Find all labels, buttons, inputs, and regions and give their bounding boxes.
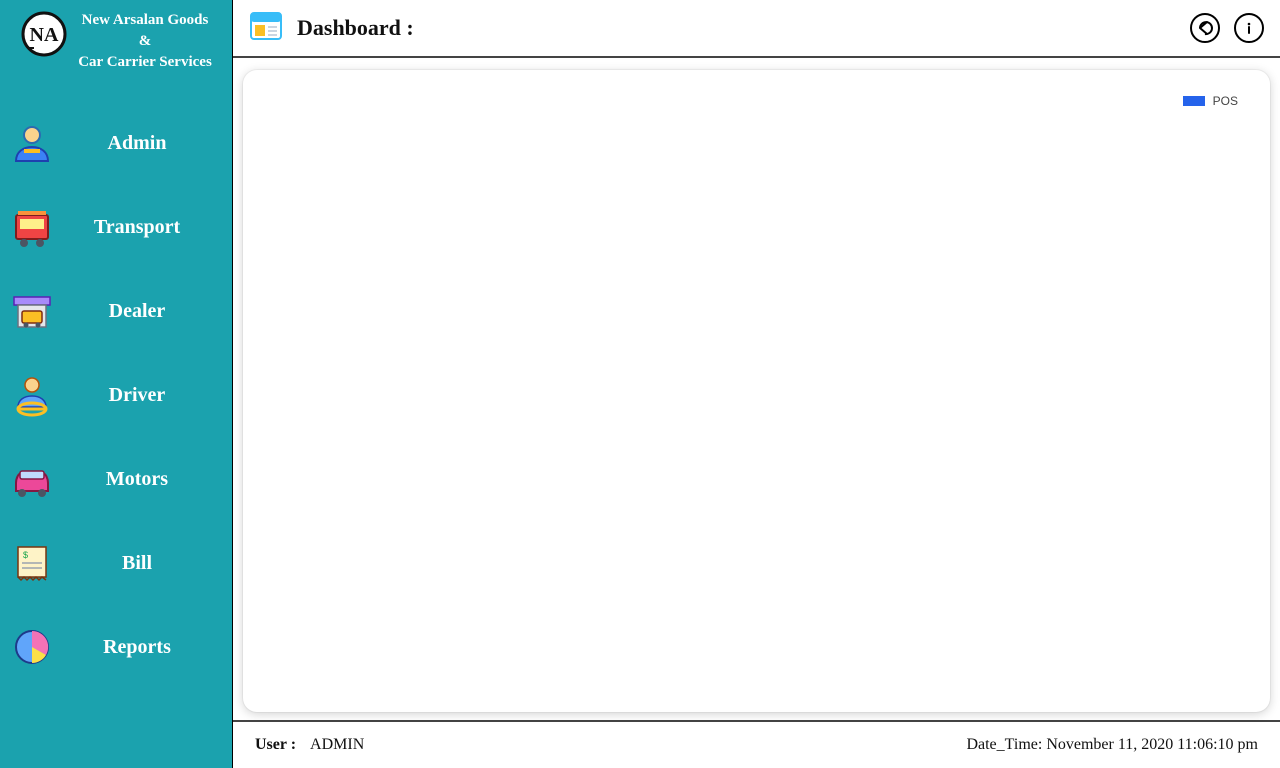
- status-user-value: ADMIN: [310, 736, 364, 754]
- sidebar-item-label: Driver: [82, 384, 222, 407]
- sidebar-item-reports[interactable]: Reports: [0, 621, 232, 673]
- sidebar-item-label: Motors: [82, 468, 222, 491]
- car-icon: [10, 457, 54, 501]
- brand: NA New Arsalan Goods & Car Carrier Servi…: [0, 0, 232, 87]
- topbar: Dashboard :: [233, 0, 1280, 58]
- dashboard-card: POS: [243, 70, 1270, 712]
- brand-logo-icon: NA: [20, 10, 68, 58]
- brand-line3: Car Carrier Services: [78, 52, 212, 73]
- main: Dashboard : POS: [232, 0, 1280, 768]
- legend-label: POS: [1213, 94, 1238, 108]
- brand-line2: &: [78, 31, 212, 52]
- sidebar-item-transport[interactable]: Transport: [0, 201, 232, 253]
- admin-user-icon: [10, 121, 54, 165]
- sidebar-item-motors[interactable]: Motors: [0, 453, 232, 505]
- sidebar-item-dealer[interactable]: Dealer: [0, 285, 232, 337]
- sidebar-item-label: Bill: [82, 552, 222, 575]
- pie-chart-icon: [10, 625, 54, 669]
- status-user-label: User :: [255, 736, 296, 754]
- truck-icon: [10, 205, 54, 249]
- svg-text:NA: NA: [30, 24, 59, 46]
- legend-swatch-icon: [1183, 96, 1205, 106]
- driver-icon: [10, 373, 54, 417]
- status-datetime-value: November 11, 2020 11:06:10 pm: [1046, 736, 1258, 754]
- sidebar-nav: Admin Transport: [0, 87, 232, 673]
- sidebar-item-label: Transport: [82, 216, 222, 239]
- sidebar-item-label: Admin: [82, 132, 222, 155]
- sidebar-item-admin[interactable]: Admin: [0, 117, 232, 169]
- back-button[interactable]: [1190, 13, 1220, 43]
- page-title: Dashboard :: [297, 15, 414, 41]
- sidebar-item-label: Dealer: [82, 300, 222, 323]
- brand-title: New Arsalan Goods & Car Carrier Services: [78, 10, 212, 73]
- info-button[interactable]: [1234, 13, 1264, 43]
- brand-line1: New Arsalan Goods: [78, 10, 212, 31]
- status-datetime-label: Date_Time:: [966, 736, 1042, 754]
- dashboard-app-icon: [249, 9, 283, 48]
- chart-legend: POS: [1183, 94, 1238, 108]
- sidebar: NA New Arsalan Goods & Car Carrier Servi…: [0, 0, 232, 768]
- bill-receipt-icon: $: [10, 541, 54, 585]
- sidebar-item-bill[interactable]: $ Bill: [0, 537, 232, 589]
- content-area: POS: [233, 58, 1280, 720]
- svg-text:$: $: [23, 550, 28, 560]
- sidebar-item-driver[interactable]: Driver: [0, 369, 232, 421]
- statusbar: User : ADMIN Date_Time: November 11, 202…: [233, 720, 1280, 768]
- dealer-garage-icon: [10, 289, 54, 333]
- sidebar-item-label: Reports: [82, 636, 222, 659]
